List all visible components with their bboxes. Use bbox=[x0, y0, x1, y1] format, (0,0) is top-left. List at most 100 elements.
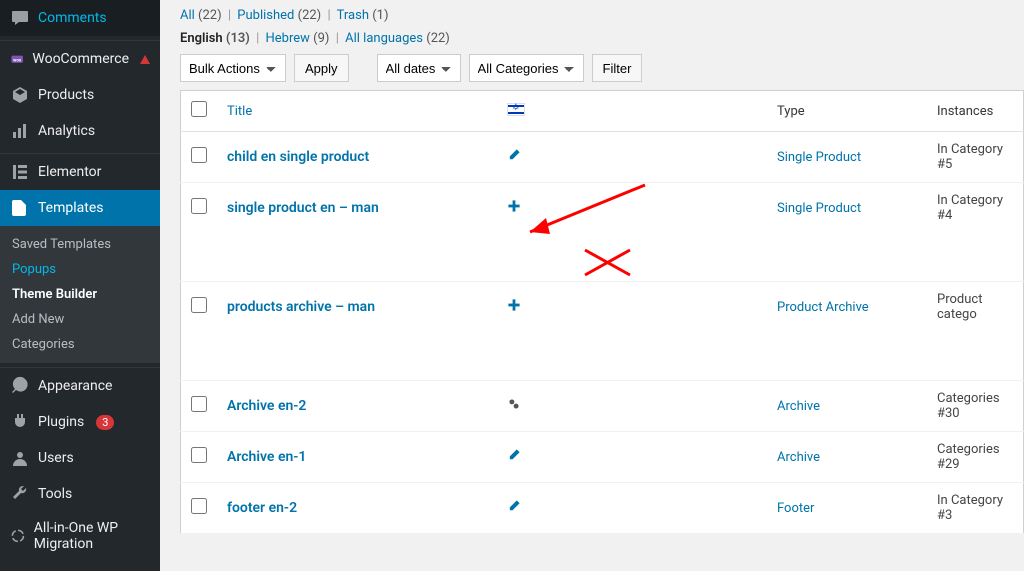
main-content: All (22) | Published (22) | Trash (1) En… bbox=[160, 0, 1024, 571]
row-type-link[interactable]: Product Archive bbox=[777, 300, 869, 315]
filter-english[interactable]: English (13) bbox=[180, 31, 250, 46]
row-instances: Product catego bbox=[927, 282, 1024, 381]
filter-trash[interactable]: Trash (1) bbox=[337, 8, 389, 23]
plugins-icon bbox=[10, 412, 30, 432]
sidebar-label: Users bbox=[38, 450, 74, 466]
row-type-link[interactable]: Archive bbox=[777, 450, 820, 465]
sidebar-label: All-in-One WP Migration bbox=[34, 520, 150, 552]
row-instances: In Category #3 bbox=[927, 483, 1024, 534]
templates-icon bbox=[10, 198, 30, 218]
date-filter-select[interactable]: All dates bbox=[377, 54, 461, 82]
apply-button[interactable]: Apply bbox=[294, 54, 349, 82]
submenu-categories[interactable]: Categories bbox=[0, 332, 160, 357]
plus-icon[interactable] bbox=[507, 298, 521, 316]
israel-flag-icon: ✡ bbox=[507, 103, 525, 116]
type-header: Type bbox=[767, 91, 927, 132]
pencil-icon[interactable] bbox=[507, 148, 521, 166]
plus-icon[interactable] bbox=[507, 199, 521, 217]
row-title-link[interactable]: Archive en-1 bbox=[227, 449, 306, 465]
table-row: products archive – man Product Archive Pro… bbox=[181, 282, 1024, 381]
elementor-icon bbox=[10, 162, 30, 182]
appearance-icon bbox=[10, 376, 30, 396]
comment-icon bbox=[10, 8, 30, 28]
row-checkbox[interactable] bbox=[191, 147, 207, 163]
filter-published[interactable]: Published (22) bbox=[237, 8, 321, 23]
row-instances: Categories #30 bbox=[927, 381, 1024, 432]
language-filter-row: English (13) | Hebrew (9) | All language… bbox=[180, 31, 1024, 46]
sidebar-item-templates[interactable]: Templates bbox=[0, 190, 160, 226]
pencil-icon[interactable] bbox=[507, 499, 521, 517]
templates-table: Title ✡ Type Instances child en single p… bbox=[180, 90, 1024, 534]
admin-sidebar: Comments woo WooCommerce Products Analyt… bbox=[0, 0, 160, 571]
sidebar-item-products[interactable]: Products bbox=[0, 77, 160, 113]
sidebar-label: Comments bbox=[38, 10, 107, 26]
row-checkbox[interactable] bbox=[191, 198, 207, 214]
sidebar-label: Elementor bbox=[38, 164, 101, 180]
submenu-add-new[interactable]: Add New bbox=[0, 307, 160, 332]
row-title-link[interactable]: Archive en-2 bbox=[227, 398, 306, 414]
row-checkbox[interactable] bbox=[191, 297, 207, 313]
submenu-popups[interactable]: Popups bbox=[0, 257, 160, 282]
row-title-link[interactable]: single product en – man bbox=[227, 200, 379, 216]
sidebar-item-tools[interactable]: Tools bbox=[0, 476, 160, 512]
sidebar-label: Products bbox=[38, 87, 94, 103]
row-checkbox[interactable] bbox=[191, 498, 207, 514]
row-type-link[interactable]: Footer bbox=[777, 501, 814, 516]
sidebar-label: Templates bbox=[38, 200, 104, 216]
filter-all[interactable]: All (22) bbox=[180, 8, 222, 23]
title-header[interactable]: Title bbox=[217, 91, 497, 132]
submenu-saved-templates[interactable]: Saved Templates bbox=[0, 232, 160, 257]
users-icon bbox=[10, 448, 30, 468]
sidebar-item-appearance[interactable]: Appearance bbox=[0, 368, 160, 404]
row-instances: In Category #4 bbox=[927, 183, 1024, 282]
table-row: single product en – man Single Product In … bbox=[181, 183, 1024, 282]
filter-all-languages[interactable]: All languages (22) bbox=[345, 31, 450, 46]
gear-icon[interactable] bbox=[507, 397, 521, 415]
row-type-link[interactable]: Archive bbox=[777, 399, 820, 414]
sidebar-item-comments[interactable]: Comments bbox=[0, 0, 160, 36]
submenu-theme-builder[interactable]: Theme Builder bbox=[0, 282, 160, 307]
sidebar-item-aiowp[interactable]: All-in-One WP Migration bbox=[0, 512, 160, 560]
row-instances: Categories #29 bbox=[927, 432, 1024, 483]
sidebar-item-elementor[interactable]: Elementor bbox=[0, 154, 160, 190]
category-filter-select[interactable]: All Categories bbox=[469, 54, 584, 82]
sidebar-item-plugins[interactable]: Plugins 3 bbox=[0, 404, 160, 440]
status-filter-row: All (22) | Published (22) | Trash (1) bbox=[180, 8, 1024, 23]
row-title-link[interactable]: products archive – man bbox=[227, 299, 375, 315]
table-row: footer en-2 Footer In Category #3 bbox=[181, 483, 1024, 534]
update-count-badge: 3 bbox=[96, 415, 114, 430]
tools-icon bbox=[10, 484, 30, 504]
row-instances: In Category #5 bbox=[927, 132, 1024, 183]
migration-icon bbox=[10, 526, 26, 546]
row-title-link[interactable]: child en single product bbox=[227, 149, 369, 165]
table-toolbar: Bulk Actions Apply All dates All Categor… bbox=[180, 54, 1024, 82]
analytics-icon bbox=[10, 121, 30, 141]
sidebar-item-analytics[interactable]: Analytics bbox=[0, 113, 160, 149]
filter-hebrew[interactable]: Hebrew (9) bbox=[266, 31, 330, 46]
language-header[interactable]: ✡ bbox=[497, 91, 767, 132]
sidebar-label: WooCommerce bbox=[32, 51, 129, 67]
svg-text:woo: woo bbox=[13, 58, 22, 63]
products-icon bbox=[10, 85, 30, 105]
sidebar-item-woocommerce[interactable]: woo WooCommerce bbox=[0, 41, 160, 77]
row-type-link[interactable]: Single Product bbox=[777, 201, 861, 216]
row-type-link[interactable]: Single Product bbox=[777, 150, 861, 165]
warning-icon bbox=[140, 55, 150, 64]
sidebar-label: Tools bbox=[38, 486, 72, 502]
table-row: Archive en-2 Archive Categories #30 bbox=[181, 381, 1024, 432]
table-row: child en single product Single Product In … bbox=[181, 132, 1024, 183]
row-title-link[interactable]: footer en-2 bbox=[227, 500, 297, 516]
sidebar-label: Appearance bbox=[38, 378, 112, 394]
bulk-actions-select[interactable]: Bulk Actions bbox=[180, 54, 286, 82]
woocommerce-icon: woo bbox=[10, 49, 24, 69]
instances-header: Instances bbox=[927, 91, 1024, 132]
sidebar-item-users[interactable]: Users bbox=[0, 440, 160, 476]
sidebar-label: Analytics bbox=[38, 123, 95, 139]
row-checkbox[interactable] bbox=[191, 396, 207, 412]
table-row: Archive en-1 Archive Categories #29 bbox=[181, 432, 1024, 483]
filter-button[interactable]: Filter bbox=[592, 54, 643, 82]
select-all-header bbox=[181, 91, 218, 132]
row-checkbox[interactable] bbox=[191, 447, 207, 463]
pencil-icon[interactable] bbox=[507, 448, 521, 466]
select-all-checkbox[interactable] bbox=[191, 101, 207, 117]
